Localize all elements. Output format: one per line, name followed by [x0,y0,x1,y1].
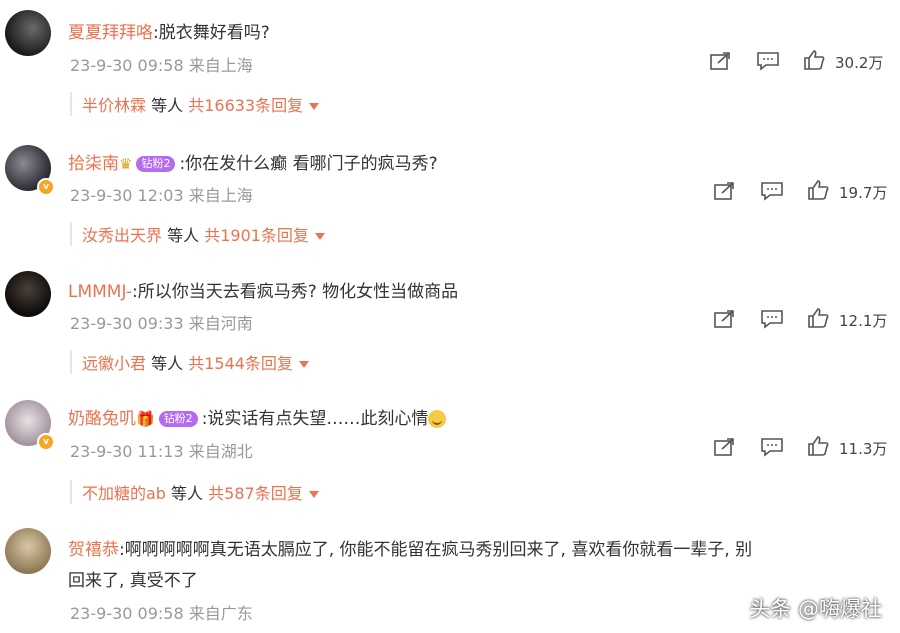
reply-user[interactable]: 半价林霖 [82,96,146,115]
comment-text: :脱衣舞好看吗? [153,23,270,43]
comment-username[interactable]: 奶酪兔叽 [68,409,136,429]
reply-user[interactable]: 不加糖的ab [82,484,166,503]
reply-count[interactable]: 共16633条回复 [188,96,303,115]
fan-badge: 钻粉2 [158,411,198,427]
share-icon[interactable] [713,181,735,201]
comment-username[interactable]: LMMMJ- [68,282,132,302]
comment-username[interactable]: 夏夏拜拜咯 [68,23,153,43]
share-icon[interactable] [713,309,735,329]
comment-meta: 23-9-30 12:03 来自上海 [70,186,253,205]
crown-icon: ♛ [119,155,133,173]
reply-count[interactable]: 共1901条回复 [204,226,309,245]
chevron-down-icon[interactable] [308,491,319,498]
share-icon[interactable] [709,51,731,71]
chevron-down-icon[interactable] [309,103,320,110]
comment-icon[interactable] [760,309,784,329]
comment-meta: 23-9-30 09:58 来自广东 [70,604,253,623]
comment-icon[interactable] [756,51,780,71]
share-icon[interactable] [713,437,735,457]
reply-others: 等人 [162,226,205,245]
reply-count[interactable]: 共1544条回复 [188,354,293,373]
reply-summary[interactable]: 远徽小君 等人 共1544条回复 [70,350,309,374]
fan-badge: 钻粉2 [136,156,176,172]
avatar[interactable] [5,528,51,574]
avatar[interactable] [5,271,51,317]
avatar[interactable] [5,10,51,56]
reply-count[interactable]: 共587条回复 [208,484,303,503]
reply-others: 等人 [165,484,209,503]
comment-text: :所以你当天去看疯马秀? 物化女性当做商品 [132,282,459,302]
like-count: 12.1万 [839,312,888,330]
reply-summary[interactable]: 不加糖的ab 等人 共587条回复 [70,480,319,504]
like-count: 30.2万 [835,54,884,72]
like-icon[interactable] [807,436,829,456]
upside-down-face-icon [428,410,447,428]
reply-others: 等人 [146,354,189,373]
like-icon[interactable] [803,50,825,70]
like-count: 11.3万 [839,440,888,458]
verified-badge-icon: v [37,433,55,451]
chevron-down-icon[interactable] [298,361,309,368]
comment-username[interactable]: 贺禧恭 [68,540,119,560]
comment-meta: 23-9-30 09:33 来自河南 [70,314,253,333]
watermark: 头条 @嗨爆社 [749,597,882,621]
comment-icon[interactable] [760,181,784,201]
verified-badge-icon: v [37,178,55,196]
gift-badge-icon: 🎁 [136,410,155,428]
reply-summary[interactable]: 半价林霖 等人 共16633条回复 [70,92,320,116]
reply-user[interactable]: 汝秀出天界 [82,226,162,245]
comment-text-continued: 回来了, 真受不了 [68,571,198,591]
comment-meta: 23-9-30 09:58 来自上海 [70,56,253,75]
comment-username[interactable]: 拾柒南 [68,154,119,174]
like-icon[interactable] [807,180,829,200]
reply-user[interactable]: 远徽小君 [82,354,146,373]
comment-text: :你在发什么癫 看哪门子的疯马秀? [179,154,438,174]
reply-summary[interactable]: 汝秀出天界 等人 共1901条回复 [70,222,325,246]
comment-icon[interactable] [760,437,784,457]
chevron-down-icon[interactable] [314,233,325,240]
reply-others: 等人 [146,96,189,115]
comment-meta: 23-9-30 11:13 来自湖北 [70,442,253,461]
comment-text: :说实话有点失望……此刻心情 [201,409,429,429]
like-icon[interactable] [807,308,829,328]
like-count: 19.7万 [839,184,888,202]
comment-text: :啊啊啊啊啊真无语太膈应了, 你能不能留在疯马秀别回来了, 喜欢看你就看一辈子,… [119,540,753,560]
